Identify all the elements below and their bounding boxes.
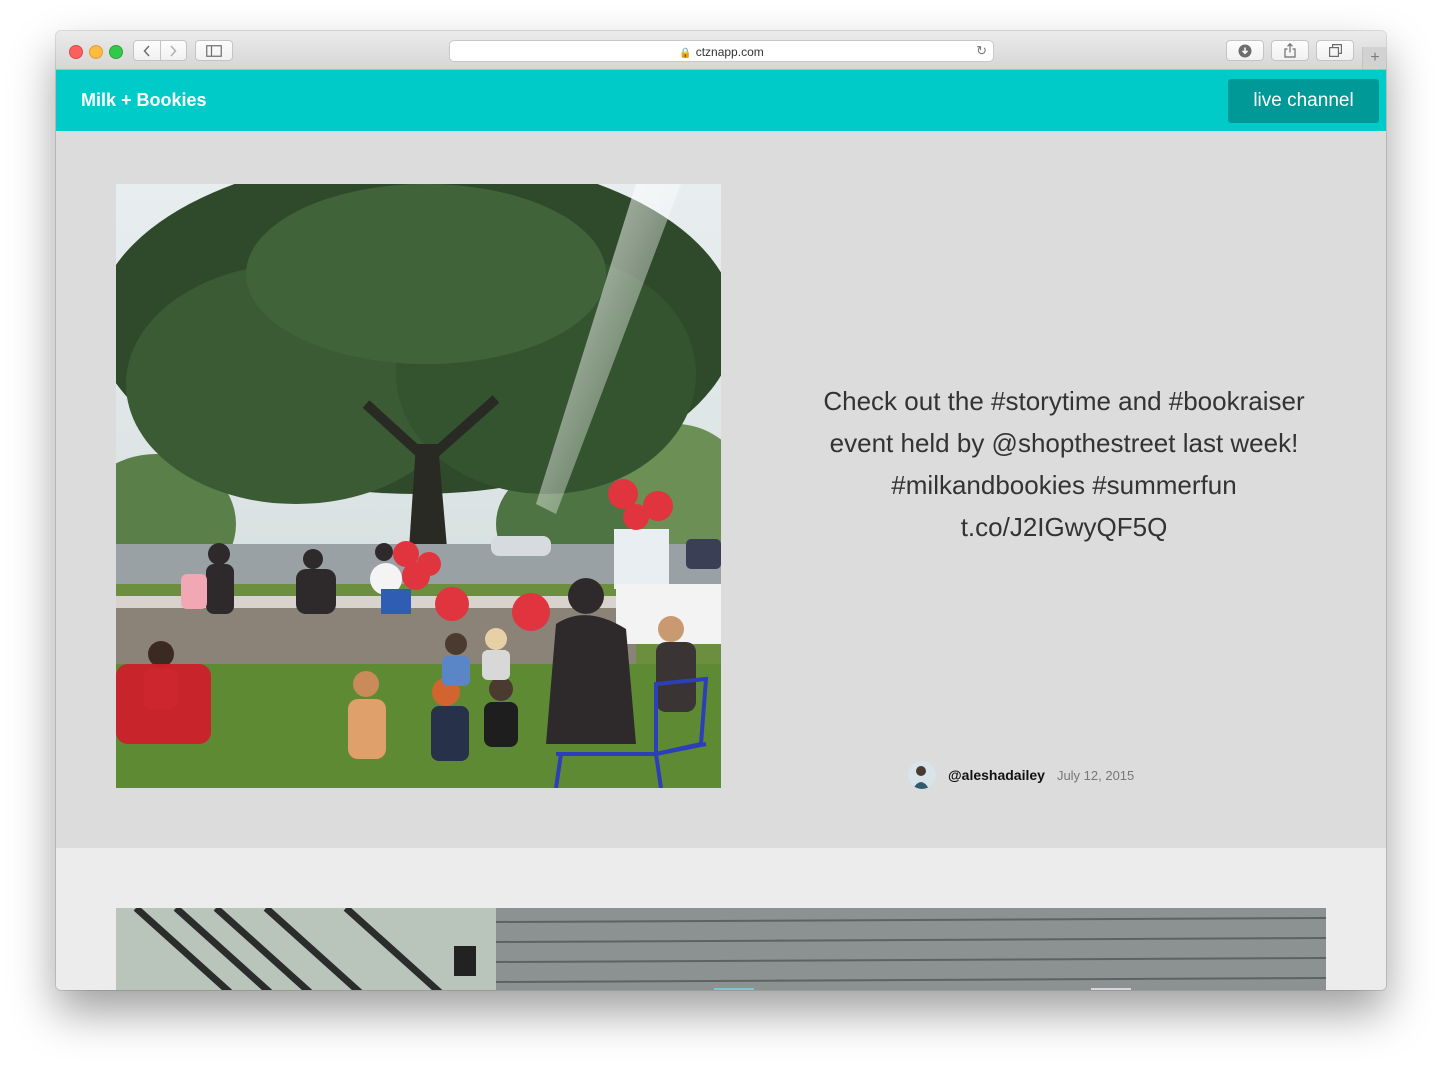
downloads-button[interactable] (1226, 40, 1264, 61)
show-tabs-button[interactable] (1316, 40, 1354, 61)
author-handle[interactable]: @aleshadailey (948, 767, 1045, 783)
post-text-line: Check out the #storytime and #bookraiser (823, 386, 1305, 416)
close-window-button[interactable] (69, 45, 83, 59)
tabs-icon (1328, 44, 1342, 57)
post-link[interactable]: t.co/J2IGwyQF5Q (786, 506, 1342, 548)
post-card: Check out the #storytime and #bookraiser… (56, 131, 1386, 848)
post-photo[interactable] (116, 908, 1326, 990)
lock-icon: 🔒 (679, 48, 692, 59)
site-brand[interactable]: Milk + Bookies (81, 90, 207, 111)
post-date: July 12, 2015 (1056, 767, 1135, 783)
avatar[interactable] (908, 761, 936, 789)
maximize-window-button[interactable] (109, 45, 123, 59)
plus-icon: + (1370, 49, 1380, 66)
address-bar[interactable]: 🔒 ctznapp.com ↻ (449, 40, 994, 62)
nav-button-group (133, 40, 187, 61)
sidebar-button[interactable] (195, 40, 233, 61)
post-text-line: #milkandbookies #summerfun (891, 470, 1237, 500)
forward-button[interactable] (159, 41, 187, 60)
post-text: Check out the #storytime and #bookraiser… (786, 380, 1342, 548)
back-button[interactable] (134, 41, 160, 60)
download-icon (1238, 44, 1252, 57)
web-page: Milk + Bookies live channel Check out th… (56, 70, 1386, 990)
storytime-photo-image (116, 184, 721, 788)
new-tab-button[interactable]: + (1362, 47, 1386, 69)
browser-toolbar: 🔒 ctznapp.com ↻ + (56, 31, 1386, 70)
minimize-window-button[interactable] (89, 45, 103, 59)
site-header: Milk + Bookies live channel (56, 70, 1386, 131)
browser-window: 🔒 ctznapp.com ↻ + Milk + Bookies live cha… (56, 31, 1386, 990)
sidebar-icon (206, 44, 222, 57)
share-icon (1284, 43, 1296, 58)
house-photo-image (116, 908, 1326, 990)
url-text: ctznapp.com (695, 45, 764, 59)
chevron-left-icon (143, 44, 150, 57)
reload-icon[interactable]: ↻ (976, 43, 987, 59)
post-photo[interactable] (116, 184, 721, 788)
post-card (56, 848, 1386, 990)
chevron-right-icon (170, 44, 177, 57)
live-channel-button[interactable]: live channel (1228, 79, 1379, 123)
post-text-line: event held by @shopthestreet last week! (829, 428, 1299, 458)
share-button[interactable] (1271, 40, 1309, 61)
post-author: @aleshadailey July 12, 2015 (908, 761, 1134, 789)
